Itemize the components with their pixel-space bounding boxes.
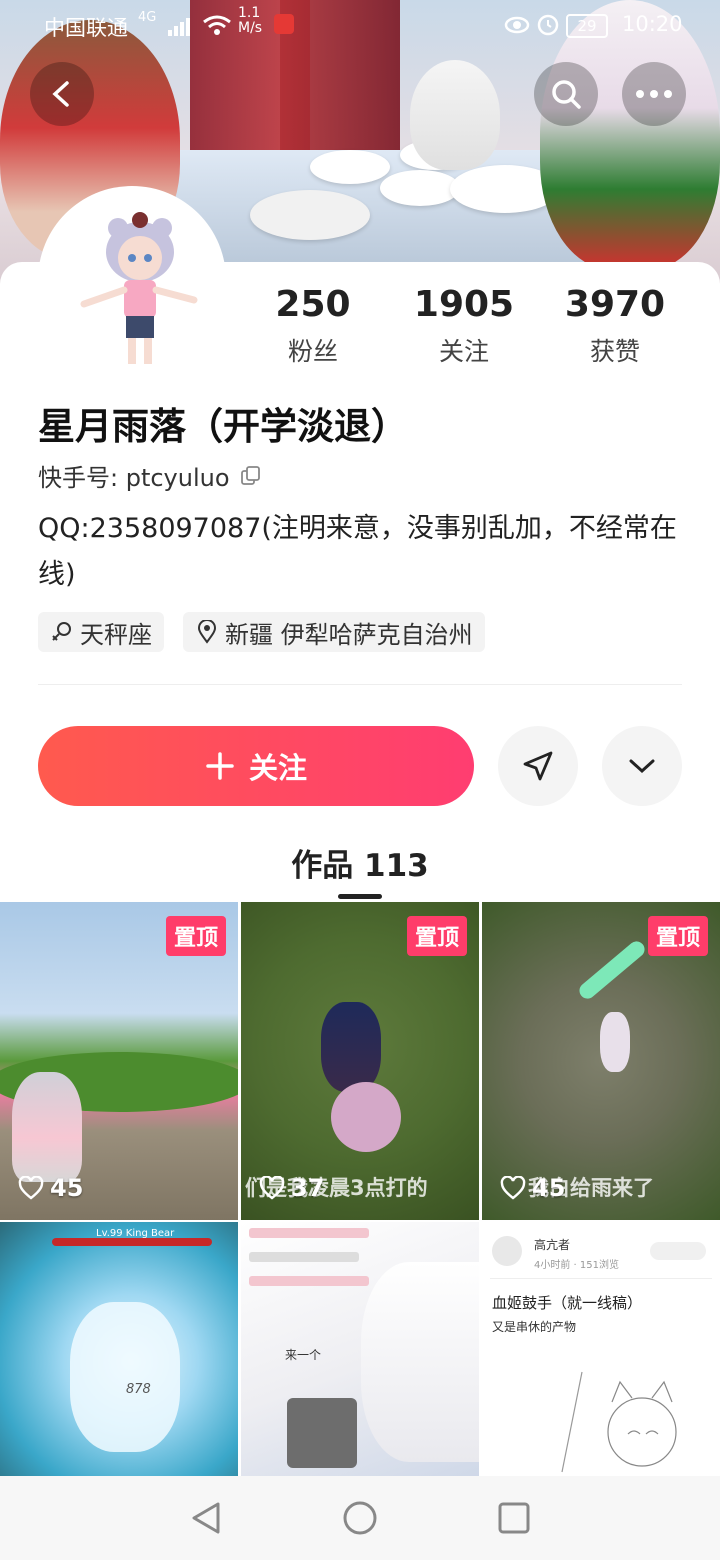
follow-button[interactable]: 关注 [38, 726, 474, 806]
damage-number: 878 [126, 1382, 151, 1397]
zodiac-tag[interactable]: 天秤座 [38, 612, 164, 652]
work-item[interactable]: 来一个 [241, 1222, 479, 1476]
search-icon [552, 80, 581, 109]
zodiac-tag-label: 天秤座 [80, 620, 152, 649]
heart-icon [18, 1176, 44, 1200]
work-thumbnail-character [600, 1012, 630, 1072]
battery-icon: 29 [566, 14, 608, 38]
eye-icon [504, 16, 530, 34]
work-thumbnail-bear [70, 1302, 180, 1452]
pinned-badge: 置顶 [406, 916, 467, 956]
profile-name: 星月雨落（开学淡退） [38, 405, 408, 448]
likes-label[interactable]: 获赞 [535, 332, 695, 368]
boss-name: Lv.99 King Bear [96, 1228, 175, 1239]
message-button[interactable] [498, 726, 578, 806]
back-button[interactable] [30, 62, 94, 126]
repost-icon [650, 1242, 706, 1260]
banner-plate [250, 190, 370, 240]
more-button[interactable] [622, 62, 686, 126]
work-thumbnail-pet [331, 1082, 401, 1152]
like-count: 45 [500, 1174, 565, 1202]
banner-plate [380, 170, 460, 206]
profile-bio: QQ:2358097087(注明来意，没事别乱加，不经常在线) [38, 513, 677, 590]
work-item[interactable]: 置顶 们是我凌晨3点打的 37 [241, 902, 479, 1220]
location-pin-icon [197, 620, 217, 644]
chat-line [249, 1276, 369, 1286]
work-item[interactable]: Lv.99 King Bear 878 [0, 1222, 238, 1476]
search-button[interactable] [534, 62, 598, 126]
work-item[interactable]: 置顶 45 [0, 902, 238, 1220]
post-divider [490, 1278, 712, 1279]
follow-button-label: 关注 [248, 751, 307, 785]
location-tag[interactable]: 新疆 伊犁哈萨克自治州 [183, 612, 485, 652]
nav-recents-icon[interactable] [496, 1500, 532, 1536]
chevron-down-icon [629, 759, 655, 774]
pinned-badge: 置顶 [647, 916, 708, 956]
followers-count[interactable]: 250 [233, 284, 393, 325]
nav-home-icon[interactable] [342, 1500, 378, 1536]
alarm-icon [537, 14, 559, 36]
kuaishou-id-text: 快手号: ptcyuluo [38, 464, 230, 492]
nav-back-icon[interactable] [188, 1500, 224, 1536]
clock: 10:20 [622, 12, 683, 36]
avatar[interactable] [44, 192, 220, 368]
system-nav-bar [0, 1476, 720, 1560]
avatar-character-icon [44, 192, 220, 368]
work-thumbnail-block [287, 1398, 357, 1468]
like-count-value: 45 [50, 1174, 84, 1202]
banner-character [410, 60, 500, 170]
like-count: 45 [18, 1174, 83, 1202]
expand-button[interactable] [602, 726, 682, 806]
following-count[interactable]: 1905 [384, 284, 544, 325]
net-speed: 1.1 M/s [238, 5, 263, 36]
boss-health-bar [52, 1238, 212, 1246]
divider [38, 684, 682, 685]
signal-icon [168, 18, 190, 36]
heart-icon [500, 1176, 526, 1200]
work-thumbnail-sword [576, 938, 648, 1002]
following-label[interactable]: 关注 [384, 332, 544, 368]
plus-icon [206, 752, 234, 780]
work-item[interactable]: 高亢者 4小时前 · 151浏览 血姬鼓手（就一线稿） 又是串休的产物 [482, 1222, 720, 1476]
post-title: 血姬鼓手（就一线稿） [492, 1294, 643, 1312]
location-tag-label: 新疆 伊犁哈萨克自治州 [225, 620, 473, 649]
chat-text: 来一个 [285, 1348, 322, 1362]
app-notification-icon [274, 14, 294, 34]
back-arrow-icon [52, 81, 69, 107]
work-thumbnail-character [361, 1262, 479, 1462]
wifi-icon [203, 15, 231, 35]
zodiac-libra-icon [52, 622, 71, 641]
tab-works[interactable]: 作品 113 [0, 840, 720, 885]
more-dots-icon [636, 90, 672, 98]
carrier: 中国联通 [44, 16, 128, 40]
kuaishou-id: 快手号: ptcyuluo [38, 458, 262, 493]
pinned-badge: 置顶 [165, 916, 226, 956]
work-item[interactable]: 置顶 我白给雨来了 45 [482, 902, 720, 1220]
chat-line [249, 1228, 369, 1238]
like-count: 37 [259, 1174, 324, 1202]
post-author-avatar [492, 1236, 522, 1266]
like-count-value: 45 [532, 1174, 566, 1202]
post-meta: 4小时前 · 151浏览 [534, 1260, 619, 1271]
banner-plate [310, 150, 390, 184]
battery-level: 29 [577, 17, 597, 35]
copy-icon[interactable] [240, 465, 262, 487]
work-thumbnail-character [12, 1072, 82, 1182]
post-author: 高亢者 [534, 1238, 571, 1252]
like-count-value: 37 [291, 1174, 325, 1202]
chat-line [249, 1252, 359, 1262]
sketch-drawing-icon [561, 1371, 677, 1473]
likes-count[interactable]: 3970 [535, 284, 695, 325]
followers-label[interactable]: 粉丝 [233, 332, 393, 368]
tab-underline [338, 894, 382, 899]
network-type: 4G [138, 10, 157, 25]
post-subtitle: 又是串休的产物 [492, 1320, 577, 1334]
send-icon [523, 751, 553, 781]
work-thumbnail-character [321, 1002, 381, 1092]
heart-icon [259, 1176, 285, 1200]
status-bar: 中国联通 4G 1.1 M/s 29 10:20 [0, 0, 720, 52]
